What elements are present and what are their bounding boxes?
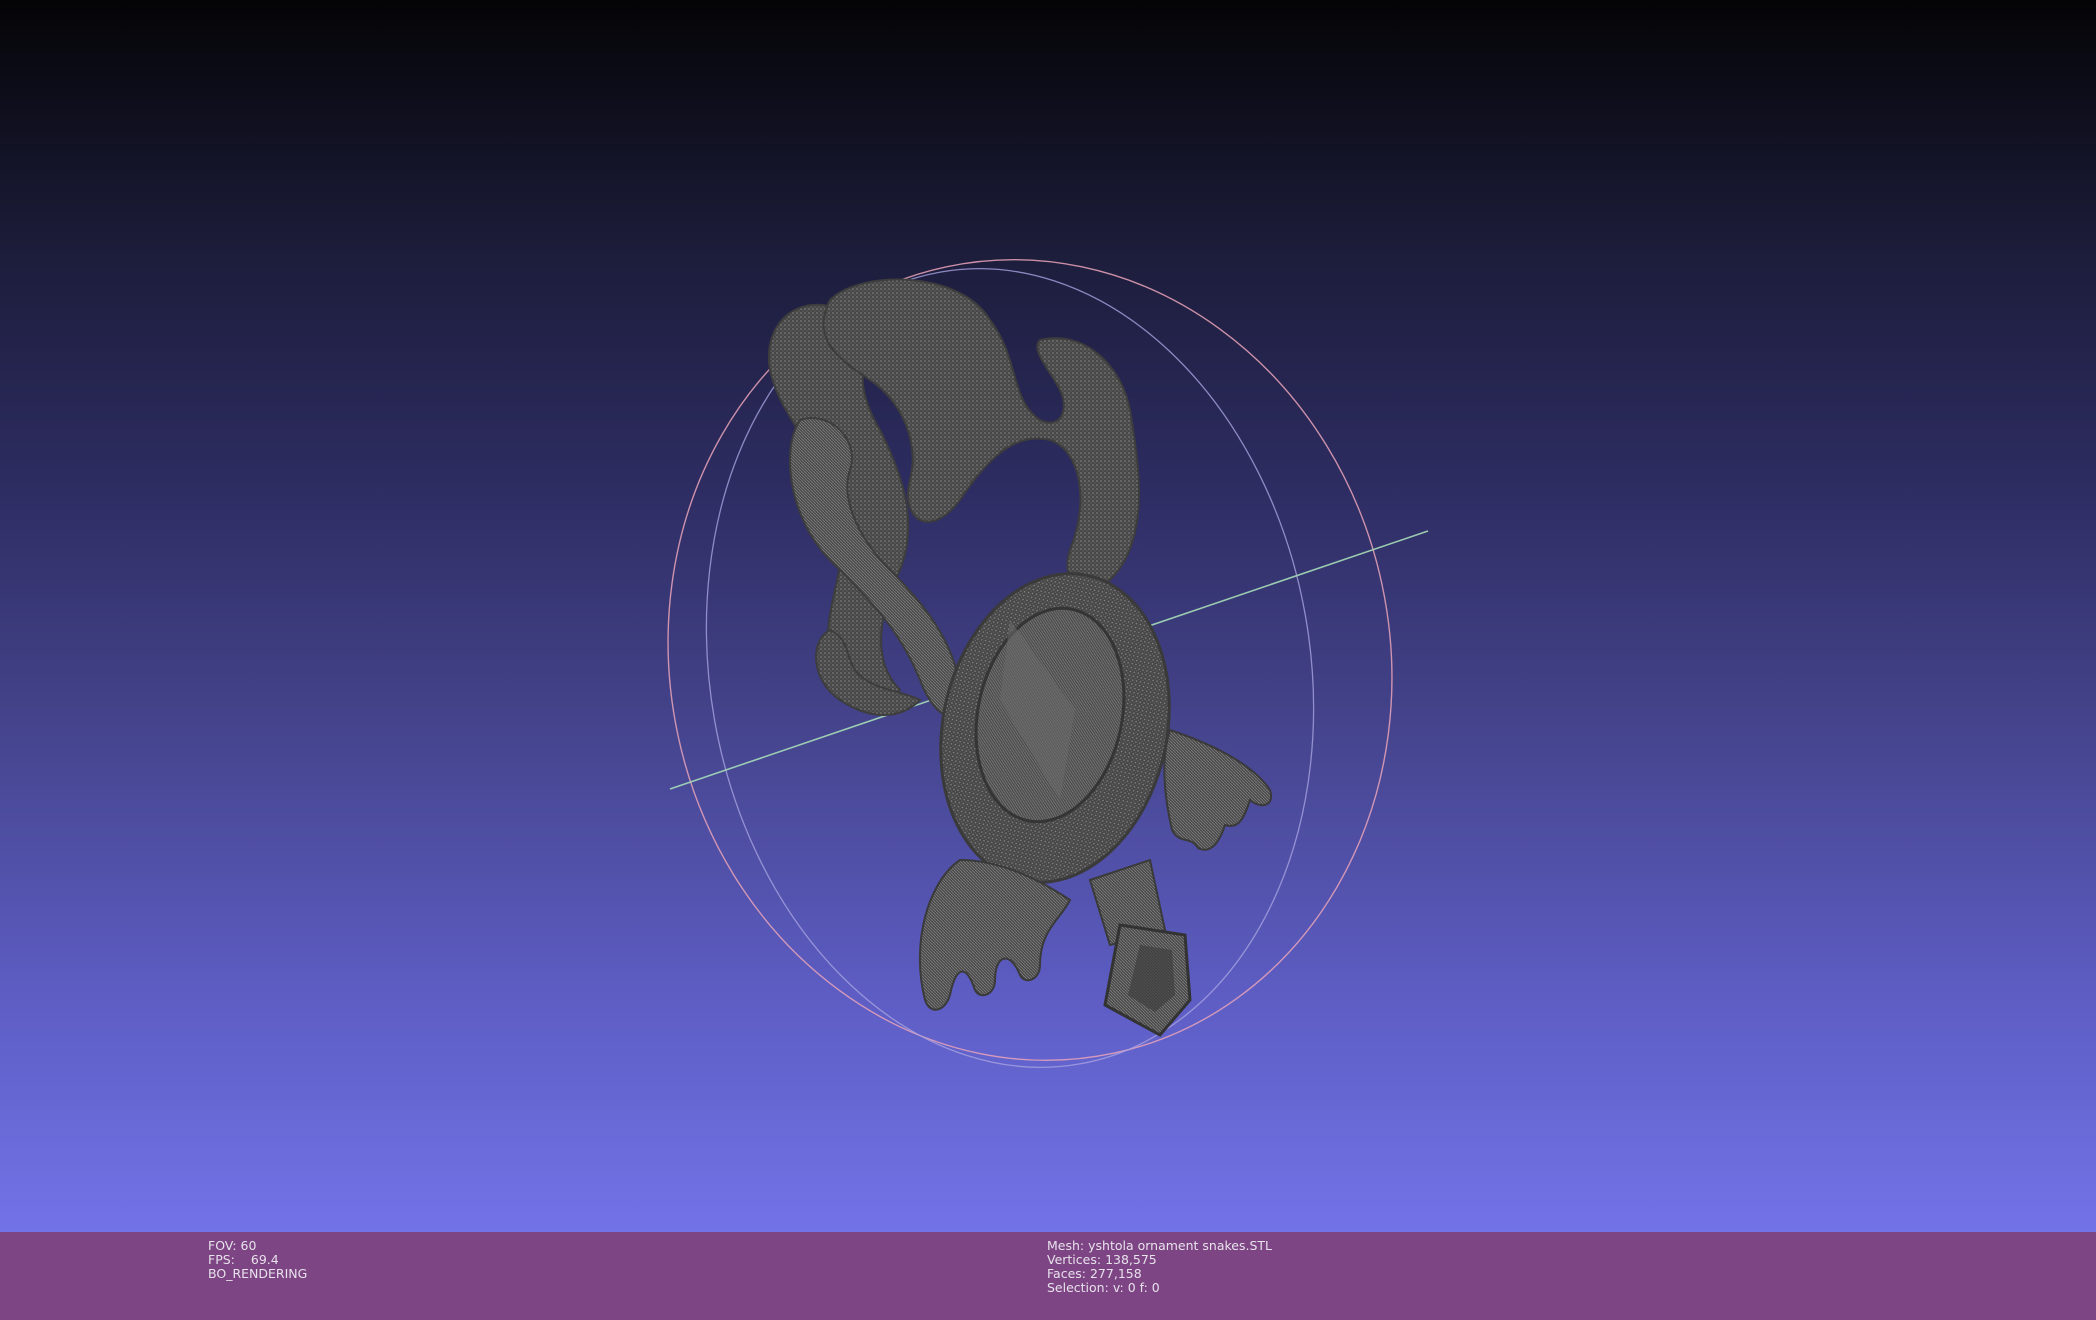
- faces-label: Faces:: [1047, 1266, 1086, 1281]
- fps-value: 69.4: [250, 1252, 279, 1267]
- render-info-panel: FOV: 60 FPS: 69.4 BO_RENDERING: [208, 1239, 307, 1281]
- mesh-label: Mesh:: [1047, 1238, 1085, 1253]
- wing-right: [1163, 728, 1273, 851]
- fps-label: FPS:: [208, 1252, 235, 1267]
- render-mode: BO_RENDERING: [208, 1266, 308, 1281]
- vertices-value: 138,575: [1105, 1252, 1157, 1267]
- selection-value: v: 0 f: 0: [1112, 1280, 1160, 1295]
- mesh-name: yshtola ornament snakes.STL: [1088, 1238, 1273, 1253]
- fps-row: FPS: 69.4: [208, 1253, 307, 1267]
- fov-row: FOV: 60: [208, 1239, 307, 1253]
- selection-row: Selection: v: 0 f: 0: [1047, 1281, 1272, 1295]
- fov-value: 60: [240, 1238, 257, 1253]
- selection-label: Selection:: [1047, 1280, 1109, 1295]
- vertices-row: Vertices: 138,575: [1047, 1253, 1272, 1267]
- mesh-row: Mesh: yshtola ornament snakes.STL: [1047, 1239, 1272, 1253]
- faces-value: 277,158: [1089, 1266, 1142, 1281]
- faces-row: Faces: 277,158: [1047, 1267, 1272, 1281]
- mesh-info-panel: Mesh: yshtola ornament snakes.STL Vertic…: [1047, 1239, 1272, 1295]
- fov-label: FOV:: [208, 1238, 237, 1253]
- vertices-label: Vertices:: [1047, 1252, 1102, 1267]
- mesh-model[interactable]: [767, 278, 1273, 1037]
- 3d-viewport[interactable]: [0, 0, 2096, 1232]
- viewport-canvas[interactable]: [0, 0, 2096, 1232]
